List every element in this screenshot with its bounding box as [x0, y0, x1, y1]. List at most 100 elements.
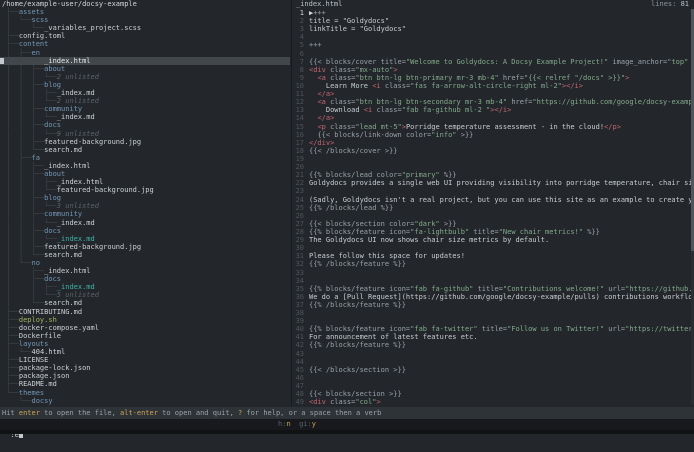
tree-row[interactable]: ├──README.md — [0, 380, 290, 388]
line-number: 38 — [292, 309, 304, 317]
tree-row[interactable]: │ │ ├──featured-background.jpg — [0, 243, 290, 251]
preview-line: 6 — [292, 50, 694, 58]
tree-row[interactable]: │ ├──_index.html — [0, 267, 290, 275]
tree-branch-lines: │ └── — [2, 259, 32, 267]
tree-row[interactable]: │ │ │ └──9 unlisted — [0, 130, 290, 138]
tree-row[interactable]: │ ├──en — [0, 49, 290, 57]
tree-row[interactable]: └──docsy — [0, 397, 290, 405]
preview-line: 38 — [292, 309, 694, 317]
line-number: 7 — [292, 58, 304, 66]
tree-row[interactable]: │ │ │ └──_index.md — [0, 219, 290, 227]
tree-row[interactable]: ├──Dockerfile — [0, 332, 290, 340]
tree-row[interactable]: │ │ │ └──_index.md — [0, 235, 290, 243]
tree-row[interactable]: ├──assets — [0, 8, 290, 16]
tree-row[interactable]: └──themes — [0, 389, 290, 397]
tree-row[interactable]: │ │ └──search.md — [0, 251, 290, 259]
tree-row[interactable]: │ │ ├──blog — [0, 81, 290, 89]
line-text — [309, 187, 694, 195]
tree-branch-lines: │ │ ├── — [2, 57, 44, 65]
line-text: {{% /blocks/feature %}} — [309, 260, 694, 268]
line-text — [309, 309, 694, 317]
line-text — [309, 155, 694, 163]
file-name: featured-background.jpg — [44, 138, 141, 146]
tree-branch-lines: │ └── — [2, 299, 44, 307]
flag-label: gi: — [291, 420, 312, 428]
line-number: 35 — [292, 285, 304, 293]
line-text: Goldydocs provides a single web UI provi… — [309, 179, 694, 187]
tree-branch-lines: ├── — [2, 316, 19, 324]
file-name: deploy.sh — [19, 316, 57, 324]
line-number: 42 — [292, 341, 304, 349]
hint-text: to open the file, — [40, 409, 120, 417]
file-name: _index.html — [44, 162, 90, 170]
tree-branch-lines: │ │ │ └── — [2, 73, 57, 81]
preview-line: 23 — [292, 187, 694, 195]
preview-line: 20 — [292, 163, 694, 171]
file-name: Dockerfile — [19, 332, 61, 340]
line-text: {{< /blocks/cover >}} — [309, 147, 694, 155]
line-text: The Goldydocs UI now shows chair size me… — [309, 236, 694, 244]
preview-line: 9 <a class="btn btn-lg btn-primary mr-3 … — [292, 74, 694, 82]
tree-row[interactable]: /home/example-user/docsy-example — [0, 0, 290, 8]
preview-line: 34 — [292, 277, 694, 285]
line-text: {{% blocks/feature icon="fab fa-github" … — [309, 285, 694, 293]
tree-row[interactable]: ├──LICENSE — [0, 356, 290, 364]
tree-row[interactable]: ├──docker-compose.yaml — [0, 324, 290, 332]
lines-label: lines: — [651, 0, 676, 8]
line-number: 46 — [292, 374, 304, 382]
tree-branch-lines: │ │ │ └── — [2, 235, 57, 243]
preview-title: _index.html — [296, 0, 342, 9]
tree-row[interactable]: ├──deploy.sh — [0, 316, 290, 324]
line-text: </a> — [309, 90, 694, 98]
tree-row[interactable]: │ │ ├──about — [0, 170, 290, 178]
tree-row[interactable]: │ │ └──search.md — [0, 146, 290, 154]
preview-line: 17</div> — [292, 139, 694, 147]
tree-row[interactable]: │ └──no — [0, 259, 290, 267]
flag-value: y — [312, 420, 316, 428]
file-name: _index.html — [57, 178, 103, 186]
tree-row[interactable]: │ │ ├──docs — [0, 227, 290, 235]
tree-row[interactable]: ├──CONTRIBUTING.md — [0, 308, 290, 316]
tree-row[interactable]: │ ├──fa — [0, 154, 290, 162]
tree-row[interactable]: │ │ │ └──2 unlisted — [0, 73, 290, 81]
hint-text: to open and quit, — [158, 409, 238, 417]
tree-row[interactable]: │ │ ├──featured-background.jpg — [0, 138, 290, 146]
line-number: 49 — [292, 398, 304, 406]
line-text: <a class="btn btn-lg btn-primary mr-3 mb… — [309, 74, 694, 82]
input-line[interactable]: :e h:n gi:y — [0, 419, 694, 430]
line-number: 26 — [292, 212, 304, 220]
preview-line: 26 — [292, 212, 694, 220]
tree-row[interactable]: │ │ ├──docs — [0, 121, 290, 129]
line-number: 17 — [292, 139, 304, 147]
tree-row[interactable]: ├──layouts — [0, 340, 290, 348]
line-text — [309, 382, 694, 390]
file-name: community — [44, 210, 82, 218]
line-number: 4 — [292, 33, 304, 41]
selection-marker — [0, 58, 4, 64]
tree-row[interactable]: │ │ ├──_index.html — [0, 57, 290, 65]
line-number: 36 — [292, 293, 304, 301]
tree-branch-lines: │ │ │ └── — [2, 219, 57, 227]
tree-row[interactable]: │ │ │ └──2 unlisted — [0, 97, 290, 105]
tree-row[interactable]: ├──content — [0, 40, 290, 48]
file-name: _index.md — [57, 219, 95, 227]
line-text: Download <i class="fab fa-github ml-2 ">… — [309, 106, 694, 114]
tree-branch-lines: ├── — [2, 8, 19, 16]
hint-text: for help, or a space then a verb — [242, 409, 381, 417]
tree-row[interactable]: │ │ ├──about — [0, 65, 290, 73]
line-number: 3 — [292, 25, 304, 33]
file-name: docs — [44, 275, 61, 283]
line-text: +++ — [309, 41, 694, 49]
tree-row[interactable]: │ │ ├──community — [0, 210, 290, 218]
mode-flags: h:n gi:y — [278, 419, 316, 430]
file-tree: /home/example-user/docsy-example ├──asse… — [0, 0, 290, 405]
tree-row[interactable]: │ │ │ ├──_index.md — [0, 89, 290, 97]
tree-row[interactable]: │ └──search.md — [0, 299, 290, 307]
tree-row[interactable]: │ │ │ ├──_index.html — [0, 178, 290, 186]
tree-row[interactable]: │ └──404.html — [0, 348, 290, 356]
tree-branch-lines: │ ├── — [2, 275, 44, 283]
preview-line: 33 — [292, 269, 694, 277]
tree-branch-lines: │ │ │ └── — [2, 130, 57, 138]
preview-line: 48{{< blocks/section >}} — [292, 390, 694, 398]
tree-row[interactable]: │ │ ├──_index.html — [0, 162, 290, 170]
